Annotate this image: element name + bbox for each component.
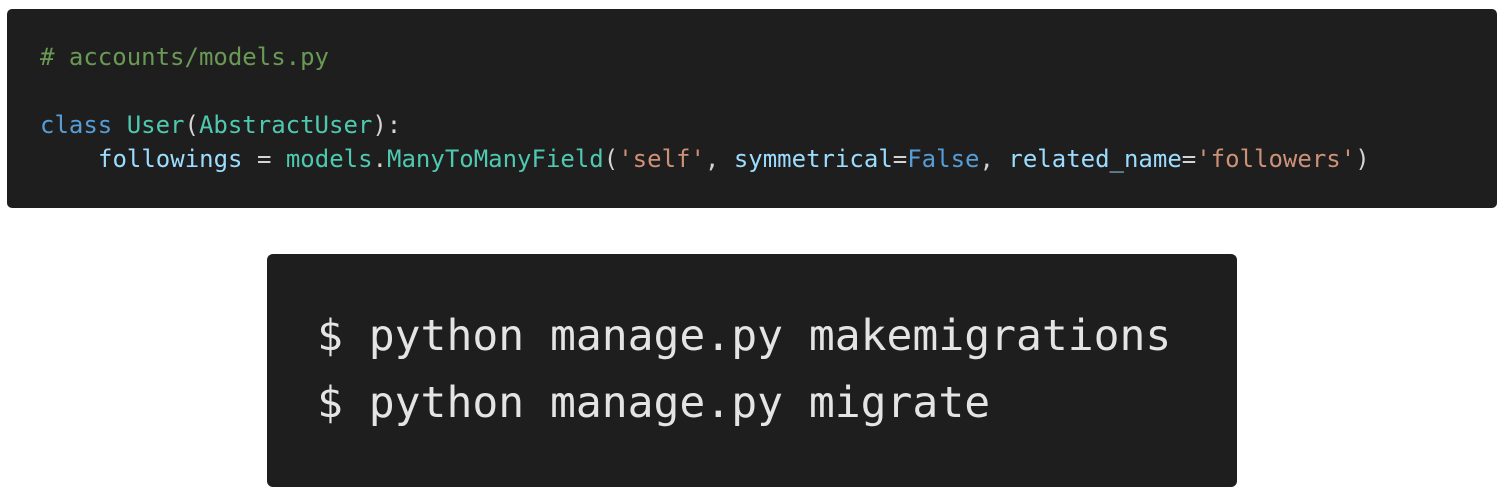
arg-separator: , (704, 145, 734, 173)
module-name: models (285, 145, 373, 173)
call-close-paren: ) (1355, 145, 1370, 173)
field-definition-line: followings = models.ManyToManyField('sel… (40, 144, 1370, 174)
kwarg-equals: = (892, 145, 908, 173)
migrate-command: $ python manage.py migrate (317, 378, 991, 428)
file-path-comment: # accounts/models.py (40, 43, 329, 71)
arg-separator-2: , (979, 145, 1009, 173)
kwarg-equals-2: = (1181, 145, 1197, 173)
python-code-snippet: # accounts/models.py class User(Abstract… (7, 9, 1497, 208)
code-comment-line: # accounts/models.py (40, 42, 329, 72)
field-type: ManyToManyField (387, 145, 604, 173)
self-string-arg: 'self' (618, 145, 705, 173)
class-definition-line: class User(AbstractUser): (40, 110, 401, 140)
dot-operator: . (372, 145, 388, 173)
base-class-name: AbstractUser (198, 111, 373, 139)
terminal-commands-block: $ python manage.py makemigrations $ pyth… (267, 254, 1237, 487)
assign-operator: = (242, 145, 286, 173)
class-keyword: class (40, 111, 113, 139)
call-open-paren: ( (603, 145, 619, 173)
followers-string-arg: 'followers' (1196, 145, 1356, 173)
makemigrations-command: $ python manage.py makemigrations (317, 311, 1172, 361)
open-paren: ( (184, 111, 199, 139)
class-name: User (126, 111, 185, 139)
close-paren-colon: ): (372, 111, 402, 139)
related-name-kwarg: related_name (1008, 145, 1182, 173)
false-constant: False (907, 145, 980, 173)
field-name: followings (98, 145, 243, 173)
symmetrical-kwarg: symmetrical (733, 145, 893, 173)
